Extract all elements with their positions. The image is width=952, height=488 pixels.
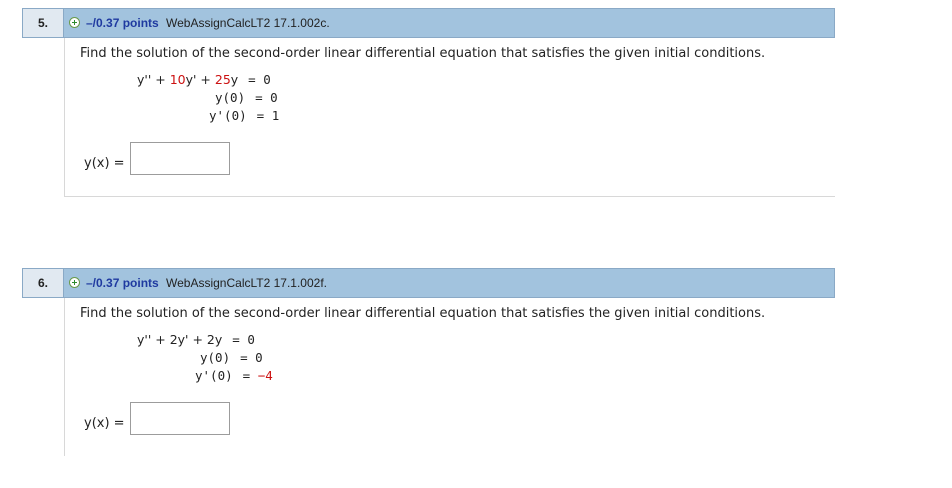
- equation-coefficient-1: 2: [169, 332, 178, 347]
- question-prompt: Find the solution of the second-order li…: [80, 46, 766, 61]
- condition-rhs-prefix: =: [255, 90, 271, 105]
- equation-suffix: y: [214, 332, 223, 347]
- condition-rhs-value: 1: [271, 108, 280, 123]
- condition-rhs-value: 0: [255, 350, 263, 365]
- answer-input[interactable]: [130, 142, 230, 175]
- condition-rhs-prefix: =: [240, 350, 256, 365]
- question-header: 5. –/0.37 points WebAssignCalcLT2 17.1.0…: [22, 8, 835, 38]
- equation-lhs-prefix: y'' +: [137, 332, 170, 347]
- condition-rhs-value: 0: [270, 90, 278, 105]
- condition-rhs-prefix: =: [256, 108, 272, 123]
- question-number: 5.: [23, 9, 64, 37]
- question-reference: WebAssignCalcLT2 17.1.002f.: [166, 276, 327, 290]
- question-prompt: Find the solution of the second-order li…: [80, 306, 766, 321]
- plus-circle-icon[interactable]: [69, 17, 80, 28]
- equation-coefficient-2: 25: [214, 72, 231, 87]
- equation-coefficient-2: 2: [206, 332, 215, 347]
- question-header: 6. –/0.37 points WebAssignCalcLT2 17.1.0…: [22, 268, 835, 298]
- question-reference: WebAssignCalcLT2 17.1.002c.: [166, 16, 330, 30]
- initial-condition: y(0) = 0: [215, 90, 278, 105]
- answer-label: y(x) =: [84, 156, 125, 171]
- plus-circle-icon[interactable]: [69, 277, 80, 288]
- points-value: –/0.37 points: [86, 16, 159, 30]
- equation-suffix: y: [230, 72, 239, 87]
- question-6: 6. –/0.37 points WebAssignCalcLT2 17.1.0…: [22, 268, 835, 458]
- equation-lhs-prefix: y'' +: [137, 72, 170, 87]
- condition-lhs: y(0): [200, 350, 231, 365]
- condition-lhs: y'(0): [195, 368, 233, 383]
- initial-condition: y'(0) = −4: [195, 368, 273, 383]
- equation-rhs: = 0: [248, 72, 271, 87]
- equation-mid: y' +: [177, 332, 207, 347]
- equation-coefficient-1: 10: [169, 72, 186, 87]
- initial-condition: y(0) = 0: [200, 350, 263, 365]
- condition-lhs: y(0): [215, 90, 246, 105]
- differential-equation: y'' + 10y' + 25y = 0: [137, 72, 271, 87]
- question-body: Find the solution of the second-order li…: [64, 38, 835, 197]
- differential-equation: y'' + 2y' + 2y = 0: [137, 332, 255, 347]
- answer-label: y(x) =: [84, 416, 125, 431]
- equation-mid: y' +: [185, 72, 215, 87]
- equation-rhs: = 0: [232, 332, 255, 347]
- question-number: 6.: [23, 269, 64, 297]
- condition-rhs-value: −4: [257, 368, 273, 383]
- points-value: –/0.37 points: [86, 276, 159, 290]
- answer-input[interactable]: [130, 402, 230, 435]
- condition-lhs: y'(0): [209, 108, 247, 123]
- initial-condition: y'(0) = 1: [209, 108, 279, 123]
- condition-rhs-prefix: =: [242, 368, 258, 383]
- question-body: Find the solution of the second-order li…: [64, 298, 835, 456]
- question-5: 5. –/0.37 points WebAssignCalcLT2 17.1.0…: [22, 8, 835, 198]
